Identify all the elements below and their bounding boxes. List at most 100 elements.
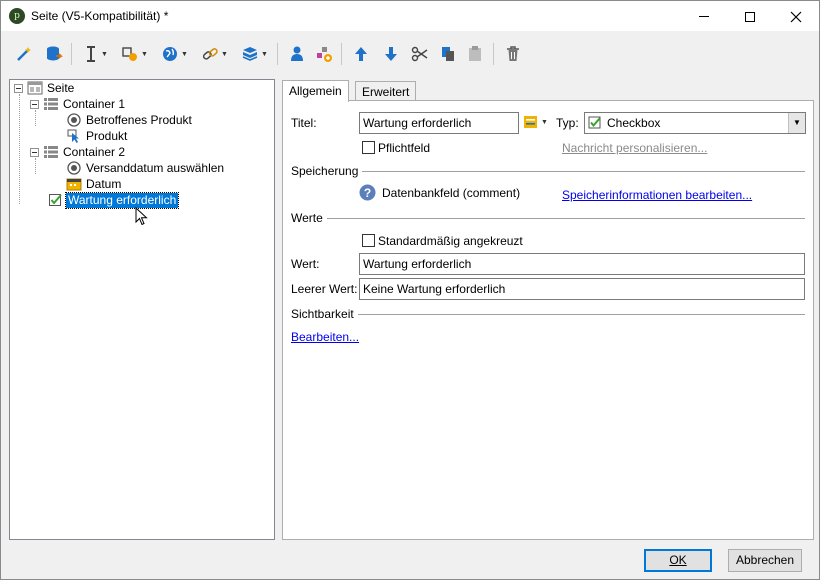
- tree-node-produkt[interactable]: Produkt: [66, 128, 129, 144]
- edit-visibility-link[interactable]: Bearbeiten...: [291, 330, 359, 344]
- chevron-down-icon: ▼: [541, 118, 548, 126]
- tree-label: Seite: [47, 80, 75, 95]
- toolbar-separator: [71, 43, 72, 65]
- personalize-message-link[interactable]: Nachricht personalisieren...: [562, 141, 707, 155]
- tree-node-datum[interactable]: Datum: [66, 176, 123, 192]
- tab-erweitert[interactable]: Erweitert: [355, 81, 417, 101]
- text-format-button[interactable]: ▼: [523, 114, 548, 130]
- svg-text:?: ?: [364, 186, 371, 200]
- minimize-button[interactable]: [681, 1, 727, 31]
- required-label: Pflichtfeld: [378, 141, 431, 155]
- value-label: Wert:: [291, 257, 320, 271]
- shapes-icon: [122, 47, 137, 61]
- tree-node-container-1[interactable]: Container 1: [30, 96, 127, 112]
- required-checkbox[interactable]: [362, 141, 375, 154]
- maximize-icon: [745, 11, 755, 22]
- link-pointer-icon: [67, 129, 79, 143]
- tree-label: Datum: [86, 176, 122, 191]
- tree-label: Container 2: [63, 144, 126, 159]
- move-down-button[interactable]: [383, 42, 399, 66]
- radio-control-icon: [67, 161, 81, 175]
- close-icon: [790, 11, 802, 22]
- link-button[interactable]: ▼: [201, 42, 228, 66]
- type-select-value: Checkbox: [607, 116, 661, 130]
- magic-wand-icon: [17, 47, 31, 61]
- add-component-button[interactable]: [315, 42, 333, 66]
- cut-icon: [411, 46, 428, 62]
- add-component-icon: [317, 47, 332, 62]
- radio-control-icon: [67, 113, 81, 127]
- delete-button[interactable]: [505, 42, 521, 66]
- help-icon: ?: [359, 184, 376, 201]
- tree-node-wartung-erforderlich[interactable]: Wartung erforderlich: [48, 191, 180, 209]
- storage-section: Speicherung: [291, 164, 805, 178]
- default-checked-checkbox[interactable]: [362, 234, 375, 247]
- globe-icon: [163, 47, 177, 61]
- user-icon: [291, 46, 303, 61]
- section-divider: [362, 170, 805, 172]
- title-label: Titel:: [291, 116, 317, 130]
- ok-button-label: OK: [669, 553, 687, 567]
- cancel-button-label: Abbrechen: [735, 553, 795, 567]
- tree-label: Produkt: [86, 128, 128, 143]
- mouse-cursor-icon: [135, 207, 148, 226]
- tree-label: Container 1: [63, 96, 126, 111]
- section-title: Werte: [291, 211, 323, 225]
- checkbox-type-icon: [588, 116, 601, 129]
- database-button[interactable]: [45, 42, 63, 66]
- cancel-button[interactable]: Abbrechen: [728, 549, 802, 572]
- delete-icon: [507, 46, 519, 61]
- tab-allgemein[interactable]: Allgemein: [282, 80, 349, 102]
- section-title: Sichtbarkeit: [291, 307, 354, 321]
- type-select[interactable]: Checkbox ▼: [584, 112, 806, 134]
- tree-label-selected: Wartung erforderlich: [64, 191, 180, 209]
- title-bar: p Seite (V5-Kompatibilität) *: [1, 1, 819, 31]
- chevron-down-icon[interactable]: ▼: [788, 113, 805, 133]
- box-button[interactable]: ▼: [241, 42, 268, 66]
- shapes-button[interactable]: ▼: [121, 42, 148, 66]
- move-up-button[interactable]: [353, 42, 369, 66]
- cut-button[interactable]: [411, 42, 429, 66]
- collapse-toggle-icon[interactable]: [30, 147, 39, 157]
- text-field-button[interactable]: ▼: [83, 42, 108, 66]
- value-input[interactable]: Wartung erforderlich: [359, 253, 805, 275]
- section-title: Speicherung: [291, 164, 359, 178]
- tree-node-container-2[interactable]: Container 2: [30, 144, 127, 160]
- tree-connector: [35, 110, 36, 126]
- wizard-button[interactable]: [15, 42, 33, 66]
- tree-label: Versanddatum auswählen: [86, 160, 225, 175]
- copy-button[interactable]: [439, 42, 457, 66]
- collapse-toggle-icon[interactable]: [30, 99, 39, 109]
- globe-button[interactable]: ▼: [161, 42, 188, 66]
- window-title: Seite (V5-Kompatibilität) *: [31, 9, 169, 23]
- title-input[interactable]: Wartung erforderlich: [359, 112, 519, 134]
- tree-node-seite[interactable]: Seite: [14, 80, 76, 96]
- empty-value-input[interactable]: Keine Wartung erforderlich: [359, 278, 805, 300]
- container-icon: [44, 146, 58, 158]
- dialog-window: p Seite (V5-Kompatibilität) * ▼ ▼ ▼ ▼ ▼ …: [0, 0, 820, 580]
- link-icon: [202, 48, 218, 60]
- arrow-down-icon: [385, 47, 397, 61]
- page-layout-icon: [27, 81, 43, 95]
- db-field-text: Datenbankfeld (comment): [382, 186, 521, 200]
- tree-node-betroffenes-produkt[interactable]: Betroffenes Produkt: [66, 112, 194, 128]
- ok-button[interactable]: OK: [644, 549, 712, 572]
- edit-storage-link[interactable]: Speicherinformationen bearbeiten...: [562, 188, 752, 202]
- container-icon: [44, 98, 58, 110]
- app-icon: p: [9, 8, 25, 24]
- section-divider: [326, 217, 805, 219]
- tree-label: Betroffenes Produkt: [86, 112, 192, 127]
- tree-node-versanddatum[interactable]: Versanddatum auswählen: [66, 160, 226, 176]
- visibility-section: Sichtbarkeit: [291, 307, 805, 321]
- section-divider: [357, 313, 805, 315]
- maximize-button[interactable]: [727, 1, 773, 31]
- chevron-down-icon: ▼: [101, 50, 108, 58]
- close-button[interactable]: [773, 1, 819, 31]
- arrow-up-icon: [355, 47, 367, 61]
- user-button[interactable]: [289, 42, 305, 66]
- paste-button[interactable]: [467, 42, 483, 66]
- collapse-toggle-icon[interactable]: [14, 83, 23, 93]
- minimize-icon: [699, 16, 709, 18]
- page-tree: Seite Container 1 Betroffenes Produkt Pr…: [9, 79, 275, 540]
- calendar-icon: [66, 178, 82, 191]
